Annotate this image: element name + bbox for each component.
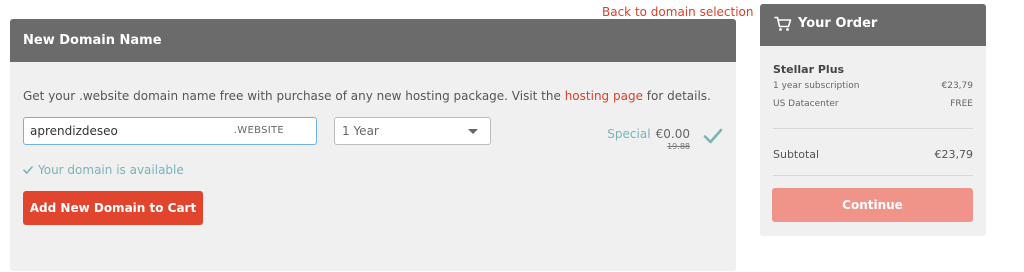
order-title: Your Order — [798, 16, 878, 31]
order-line-item: 1 year subscription €23,79 — [773, 81, 973, 91]
new-domain-panel: New Domain Name Get your .website domain… — [10, 19, 736, 271]
line-item-value: FREE — [950, 99, 973, 109]
description-text: Get your .website domain name free with … — [23, 89, 711, 103]
order-header: Your Order — [760, 4, 986, 46]
add-domain-to-cart-button[interactable]: Add New Domain to Cart — [23, 191, 203, 225]
subtotal-label: Subtotal — [773, 148, 820, 161]
continue-button[interactable]: Continue — [772, 188, 973, 222]
price-display: Special €0.00 — [607, 123, 690, 142]
line-item-value: €23,79 — [941, 81, 974, 91]
divider — [773, 175, 973, 176]
order-line-item: US Datacenter FREE — [773, 99, 973, 109]
product-name: Stellar Plus — [773, 63, 845, 76]
domain-name-input[interactable] — [30, 118, 230, 144]
subtotal-row: Subtotal €23,79 — [773, 148, 973, 161]
tld-label: .WEBSITE — [233, 125, 284, 136]
subtotal-value: €23,79 — [934, 148, 974, 161]
period-selected-value: 1 Year — [342, 124, 379, 138]
chevron-down-icon — [468, 129, 478, 134]
special-price-label: Special — [607, 127, 651, 141]
availability-text: Your domain is available — [38, 163, 184, 177]
description-prefix: Get your .website domain name free with … — [23, 89, 565, 103]
panel-title: New Domain Name — [10, 19, 736, 62]
price-amount: €0.00 — [655, 127, 690, 141]
availability-status: Your domain is available — [23, 163, 184, 177]
check-icon — [703, 128, 723, 144]
divider — [773, 128, 973, 129]
line-item-label: US Datacenter — [773, 99, 839, 109]
old-price: 19.88 — [667, 142, 690, 151]
cart-icon — [774, 16, 792, 31]
line-item-label: 1 year subscription — [773, 81, 860, 91]
domain-field: .WEBSITE — [23, 117, 317, 145]
description-suffix: for details. — [642, 89, 711, 103]
order-summary-panel: Your Order Stellar Plus 1 year subscript… — [760, 4, 986, 236]
check-icon — [23, 166, 33, 174]
period-select[interactable]: 1 Year — [334, 117, 491, 145]
back-to-domain-selection-link[interactable]: Back to domain selection — [602, 5, 754, 19]
hosting-page-link[interactable]: hosting page — [565, 89, 643, 103]
